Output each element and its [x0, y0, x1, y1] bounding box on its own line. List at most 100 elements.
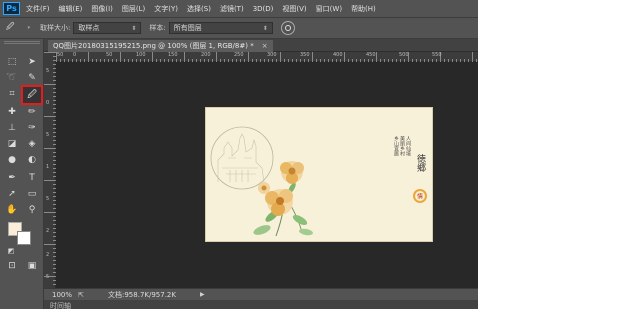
- paint-bucket-tool-icon[interactable]: ◈: [23, 137, 41, 151]
- zoom-level[interactable]: 100%: [52, 291, 76, 299]
- ruler-tick-label: 2: [46, 228, 50, 234]
- ruler-tick-label: 2: [46, 252, 50, 258]
- sample-label: 样本:: [149, 24, 166, 32]
- quick-selection-tool-icon[interactable]: ✎: [23, 71, 41, 85]
- menu-view[interactable]: 视图(V): [282, 4, 306, 14]
- vertical-ruler[interactable]: 5 0 5 1 5 2 2 5: [44, 52, 56, 288]
- artwork-illustration: 人间仙境 美丽乡村 乡山宜居 徳郷 情: [210, 126, 427, 237]
- menu-layer[interactable]: 图层(L): [122, 4, 145, 14]
- sample-select[interactable]: 所有图层 ⬍: [168, 22, 273, 34]
- ruler-tick-label: 5: [46, 196, 50, 202]
- ruler-tick-label: 5: [46, 132, 50, 138]
- crop-tool-icon[interactable]: ⌗: [3, 87, 21, 101]
- document-tab-strip: QQ图片20180315195215.png @ 100% (图层 1, RGB…: [44, 39, 478, 52]
- building-sketch: [217, 133, 265, 183]
- horizontal-ruler[interactable]: 50 0 50 100 150 200 250 300 350 400 450 …: [56, 52, 478, 62]
- sampling-ring-toggle[interactable]: [280, 21, 295, 35]
- eyedropper-tool-icon[interactable]: 🖉: [23, 88, 41, 102]
- menu-select[interactable]: 选择(S): [187, 4, 211, 14]
- menu-filter[interactable]: 滤镜(T): [220, 4, 244, 14]
- poem-column: 乡山宜居: [393, 136, 399, 157]
- ruler-tick-label: 550: [432, 52, 442, 58]
- ruler-tick-label: 5: [46, 274, 50, 280]
- timeline-panel: 时间轴: [44, 300, 478, 309]
- type-tool-icon[interactable]: T: [23, 171, 41, 185]
- ruler-tick-label: 1: [46, 164, 50, 170]
- ruler-tick-label: 0: [46, 100, 50, 106]
- path-selection-tool-icon[interactable]: ➚: [3, 187, 21, 201]
- clone-stamp-tool-icon[interactable]: ⊥: [3, 121, 21, 135]
- close-icon[interactable]: ×: [262, 42, 268, 50]
- sample-value: 所有图层: [173, 24, 202, 32]
- canvas-workspace[interactable]: 人间仙境 美丽乡村 乡山宜居 徳郷 情: [56, 62, 478, 288]
- move-tool-icon[interactable]: ➤: [23, 55, 41, 69]
- ruler-tick-label: 50: [57, 52, 64, 58]
- menu-window[interactable]: 窗口(W): [316, 4, 342, 14]
- ruler-tick-label: 100: [136, 52, 146, 58]
- flower-small: [258, 182, 270, 194]
- flower-lower: [265, 189, 293, 216]
- ruler-tick-label: 50: [106, 52, 113, 58]
- menu-help[interactable]: 帮助(H): [351, 4, 376, 14]
- ruler-tick-label: 250: [234, 52, 244, 58]
- tools-panel: ⬚ ➤ ➰ ✎ ⌗ 🖉 ✚ ✏ ⊥ ✑ ◪ ◈ ● ◐ ✒ T ➚ ▭ ✋ ⚲ …: [0, 39, 44, 309]
- menu-bar: Ps 文件(F) 编辑(E) 图像(I) 图层(L) 文字(Y) 选择(S) 滤…: [0, 0, 478, 17]
- export-icon[interactable]: ⇱: [78, 291, 88, 299]
- blur-tool-icon[interactable]: ●: [3, 153, 21, 167]
- document-title: QQ图片20180315195215.png @ 100% (图层 1, RGB…: [53, 42, 254, 50]
- history-brush-tool-icon[interactable]: ✑: [23, 121, 41, 135]
- document-canvas[interactable]: 人间仙境 美丽乡村 乡山宜居 徳郷 情: [205, 107, 433, 242]
- healing-brush-tool-icon[interactable]: ✚: [3, 105, 21, 119]
- menu-file[interactable]: 文件(F): [26, 4, 50, 14]
- ruler-tick-label: 150: [168, 52, 178, 58]
- zoom-tool-icon[interactable]: ⚲: [23, 203, 41, 217]
- ruler-tick-label: 200: [201, 52, 211, 58]
- status-menu-arrow-icon[interactable]: ▶: [200, 291, 205, 298]
- toolbar-grip[interactable]: [4, 41, 40, 44]
- rectangle-tool-icon[interactable]: ▭: [23, 187, 41, 201]
- menu-type[interactable]: 文字(Y): [154, 4, 178, 14]
- chevron-down-icon: ▾: [27, 25, 30, 31]
- eyedropper-preset-icon: 🖉: [6, 22, 15, 31]
- document-size: 文档:958.7K/957.2K: [108, 290, 176, 299]
- artwork-title: 徳郷: [415, 153, 426, 173]
- ruler-tick-label: 500: [399, 52, 409, 58]
- quick-mask-icon[interactable]: ⊡: [3, 259, 21, 273]
- menu-image[interactable]: 图像(I): [91, 4, 113, 14]
- seal-text: 情: [417, 193, 423, 201]
- ring-icon: [284, 25, 291, 31]
- sample-size-select[interactable]: 取样点 ⬍: [73, 22, 142, 34]
- ps-logo: Ps: [3, 2, 20, 15]
- screen-mode-icon[interactable]: ▣: [23, 259, 41, 273]
- poem-column: 美丽乡村: [399, 135, 405, 156]
- ruler-tick-label: 400: [333, 52, 343, 58]
- eraser-tool-icon[interactable]: ◪: [3, 137, 21, 151]
- menu-edit[interactable]: 编辑(E): [59, 4, 83, 14]
- hand-tool-icon[interactable]: ✋: [3, 203, 21, 217]
- document-tab[interactable]: QQ图片20180315195215.png @ 100% (图层 1, RGB…: [48, 40, 273, 52]
- brush-tool-icon[interactable]: ✏: [23, 105, 41, 119]
- sample-size-label: 取样大小:: [40, 24, 71, 32]
- status-bar: 100% ⇱ 文档:958.7K/957.2K ▶: [44, 288, 478, 300]
- ruler-tick-label: 450: [366, 52, 376, 58]
- ruler-tick-label: 300: [267, 52, 277, 58]
- eyedropper-tool-highlight[interactable]: 🖉: [21, 85, 43, 105]
- options-bar: 🖉 ▾ 取样大小: 取样点 ⬍ 样本: 所有图层 ⬍: [0, 17, 478, 39]
- dodge-tool-icon[interactable]: ◐: [23, 153, 41, 167]
- tool-preset-picker[interactable]: 🖉 ▾: [6, 21, 30, 35]
- pen-tool-icon[interactable]: ✒: [3, 171, 21, 185]
- menu-3d[interactable]: 3D(D): [253, 5, 274, 13]
- select-caret-icon: ⬍: [131, 24, 137, 32]
- lasso-tool-icon[interactable]: ➰: [3, 71, 21, 85]
- default-colors-icon[interactable]: ◩: [2, 244, 20, 258]
- ruler-tick-label: 0: [73, 52, 77, 58]
- sample-size-value: 取样点: [78, 24, 100, 32]
- background-color-swatch[interactable]: [17, 231, 31, 245]
- select-caret-icon: ⬍: [262, 24, 268, 32]
- poem-column: 人间仙境: [405, 136, 411, 157]
- timeline-label[interactable]: 时间轴: [50, 301, 71, 309]
- marquee-tool-icon[interactable]: ⬚: [3, 55, 21, 69]
- ruler-tick-label: 350: [300, 52, 310, 58]
- photoshop-window: Ps 文件(F) 编辑(E) 图像(I) 图层(L) 文字(Y) 选择(S) 滤…: [0, 0, 478, 309]
- flower-upper: [280, 161, 304, 184]
